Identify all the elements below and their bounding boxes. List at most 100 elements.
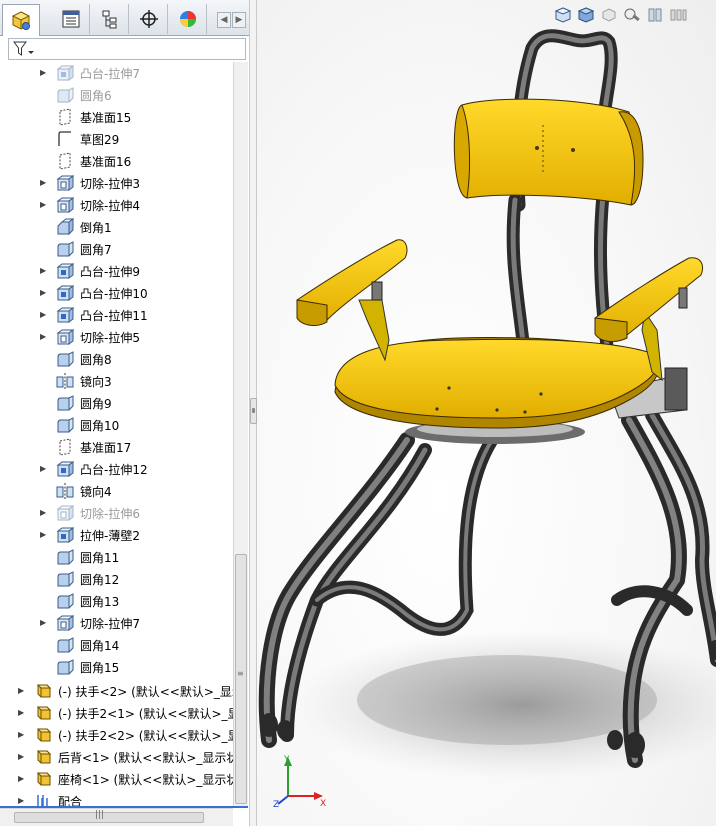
expand-arrow-icon[interactable]: ▶	[18, 708, 26, 717]
expand-arrow-icon[interactable]: ▶	[40, 178, 48, 187]
feature-tree-item[interactable]: ▶ 切除-拉伸3	[0, 172, 233, 194]
tree-item-label: 拉伸-薄壁2	[80, 529, 140, 543]
part-component-icon	[34, 770, 52, 788]
component-tree-item[interactable]: ▶ (-) 扶手2<1> (默认<<默认>_显	[0, 702, 233, 724]
expand-arrow-icon[interactable]: ▶	[40, 618, 48, 627]
expand-arrow-icon[interactable]: ▶	[40, 530, 48, 539]
configuration-icon	[102, 10, 116, 29]
feature-tree-item[interactable]: 草图29	[0, 128, 233, 150]
expand-arrow-icon[interactable]: ▶	[40, 310, 48, 319]
component-tree-item[interactable]: ▶ (-) 扶手<2> (默认<<默认>_显示	[0, 680, 233, 702]
property-manager-tab[interactable]	[52, 4, 90, 34]
feature-tree-item[interactable]: 基准面17	[0, 436, 233, 458]
feature-tree-item[interactable]: 倒角1	[0, 216, 233, 238]
tree-item-label: 座椅<1> (默认<<默认>_显示状	[58, 773, 233, 787]
collapse-panel-handle[interactable]	[250, 398, 257, 424]
part-component-icon	[34, 704, 52, 722]
feature-tree-item[interactable]: 镜向4	[0, 480, 233, 502]
horizontal-scroll-thumb[interactable]	[14, 812, 204, 823]
feature-tree-item[interactable]: ▶ 凸台-拉伸12	[0, 458, 233, 480]
tree-item-label: 切除-拉伸5	[80, 331, 140, 345]
expand-arrow-icon[interactable]: ▶	[18, 686, 26, 695]
panel-splitter[interactable]	[249, 0, 257, 826]
feature-manager-tab[interactable]	[2, 4, 40, 36]
feature-tree-item[interactable]: ▶ 切除-拉伸6	[0, 502, 233, 524]
feature-tree-item[interactable]: ▶ 凸台-拉伸11	[0, 304, 233, 326]
feature-tree-item[interactable]: 圆角6	[0, 84, 233, 106]
tab-scroll-right-button[interactable]: ▶	[232, 12, 246, 28]
boss-extrude-icon	[56, 526, 75, 544]
feature-tree-item[interactable]: 镜向3	[0, 370, 233, 392]
expand-arrow-icon[interactable]: ▶	[18, 752, 26, 761]
tree-vertical-scrollbar[interactable]: ≡	[233, 62, 248, 808]
fillet-icon	[56, 658, 74, 676]
feature-tree-item[interactable]: 圆角8	[0, 348, 233, 370]
expand-arrow-icon[interactable]: ▶	[18, 796, 26, 805]
part-component-icon	[34, 748, 52, 766]
tree-item-label: 镜向4	[80, 485, 112, 499]
feature-tree-item[interactable]: 圆角14	[0, 634, 233, 656]
expand-arrow-icon[interactable]: ▶	[18, 730, 26, 739]
feature-tree-item[interactable]: ▶ 切除-拉伸5	[0, 326, 233, 348]
boss-extrude-icon	[56, 284, 75, 302]
expand-arrow-icon[interactable]: ▶	[40, 464, 48, 473]
feature-tree-item[interactable]: 圆角9	[0, 392, 233, 414]
feature-tree-item[interactable]: 圆角13	[0, 590, 233, 612]
cut-extrude-icon	[56, 328, 75, 346]
expand-arrow-icon[interactable]: ▶	[18, 774, 26, 783]
mirror-icon	[56, 372, 74, 390]
tree-item-label: 基准面16	[80, 155, 132, 169]
tab-scroll-left-button[interactable]: ◀	[217, 12, 231, 28]
tree-item-label: 镜向3	[80, 375, 112, 389]
tree-item-label: 凸台-拉伸10	[80, 287, 148, 301]
vertical-scroll-thumb[interactable]	[235, 554, 247, 804]
feature-tree-item[interactable]: 基准面16	[0, 150, 233, 172]
cut-extrude-icon	[56, 196, 75, 214]
expand-arrow-icon[interactable]: ▶	[40, 266, 48, 275]
feature-tree-item[interactable]: 圆角7	[0, 238, 233, 260]
feature-tree-item[interactable]: 圆角10	[0, 414, 233, 436]
feature-tree-item[interactable]: 圆角12	[0, 568, 233, 590]
feature-tree-item[interactable]: ▶ 切除-拉伸4	[0, 194, 233, 216]
feature-tree-item[interactable]: 基准面15	[0, 106, 233, 128]
feature-tree-item[interactable]: ▶ 凸台-拉伸9	[0, 260, 233, 282]
component-tree-item[interactable]: ▶ 后背<1> (默认<<默认>_显示状	[0, 746, 233, 768]
feature-tree-item[interactable]: ▶ 拉伸-薄壁2	[0, 524, 233, 546]
display-style-button[interactable]	[576, 6, 596, 26]
chair-model[interactable]	[257, 0, 716, 826]
expand-arrow-icon[interactable]: ▶	[40, 68, 48, 77]
plane-icon	[56, 152, 74, 170]
feature-tree-item[interactable]: ▶ 凸台-拉伸10	[0, 282, 233, 304]
edit-appearance-button[interactable]	[622, 6, 642, 26]
boss-extrude-icon	[56, 262, 75, 280]
view-settings-button[interactable]	[668, 6, 688, 26]
tree-item-label: 切除-拉伸4	[80, 199, 140, 213]
tree-item-label: 圆角11	[80, 551, 120, 565]
component-tree-item[interactable]: ▶ (-) 扶手2<2> (默认<<默认>_显	[0, 724, 233, 746]
hide-show-button[interactable]	[599, 6, 619, 26]
tree-item-label: 凸台-拉伸12	[80, 463, 148, 477]
display-manager-tab[interactable]	[169, 4, 207, 34]
fillet-icon	[56, 240, 74, 258]
feature-tree-item[interactable]: 圆角15	[0, 656, 233, 678]
view-orientation-button[interactable]	[553, 6, 573, 26]
tree-horizontal-scrollbar[interactable]: |||	[0, 808, 233, 826]
tree-item-label: 圆角15	[80, 661, 120, 675]
fillet-icon	[56, 394, 74, 412]
tree-filter[interactable]	[8, 38, 246, 60]
expand-arrow-icon[interactable]: ▶	[40, 200, 48, 209]
plane-icon	[56, 108, 74, 126]
cut-extrude-icon	[56, 614, 75, 632]
component-tree-item[interactable]: ▶ 座椅<1> (默认<<默认>_显示状	[0, 768, 233, 790]
expand-arrow-icon[interactable]: ▶	[40, 288, 48, 297]
expand-arrow-icon[interactable]: ▶	[40, 332, 48, 341]
dimxpert-tab[interactable]	[130, 4, 168, 34]
tree-item-label: 圆角10	[80, 419, 120, 433]
expand-arrow-icon[interactable]: ▶	[40, 508, 48, 517]
feature-tree-item[interactable]: 圆角11	[0, 546, 233, 568]
fillet-icon	[56, 350, 74, 368]
feature-tree-item[interactable]: ▶ 凸台-拉伸7	[0, 62, 233, 84]
configuration-manager-tab[interactable]	[91, 4, 129, 34]
feature-tree-item[interactable]: ▶ 切除-拉伸7	[0, 612, 233, 634]
section-view-button[interactable]	[645, 6, 665, 26]
